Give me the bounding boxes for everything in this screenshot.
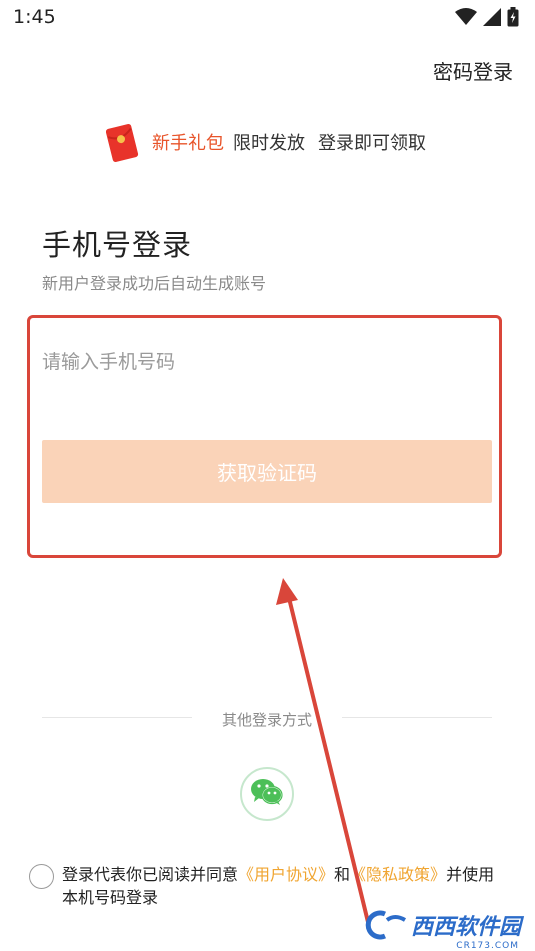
phone-number-input[interactable]: [42, 340, 492, 384]
watermark-sub-text: CR173.COM: [456, 941, 519, 951]
wifi-icon: [455, 8, 477, 26]
page-subtitle: 新用户登录成功后自动生成账号: [42, 274, 267, 293]
new-user-promo-banner[interactable]: 新手礼包 限时发放 登录即可领取: [105, 122, 439, 163]
status-icons: [455, 7, 519, 27]
status-bar: 1:45: [0, 0, 535, 38]
page-title: 手机号登录: [42, 228, 193, 262]
promo-text-claim: 登录即可领取: [318, 133, 426, 154]
wechat-login-button[interactable]: [240, 767, 294, 821]
divider-right: [342, 717, 492, 718]
watermark-text: 西西软件园: [410, 915, 521, 940]
user-agreement-link[interactable]: 《用户协议》: [238, 865, 334, 884]
privacy-policy-link[interactable]: 《隐私政策》: [350, 865, 446, 884]
agreement-text: 登录代表你已阅读并同意《用户协议》和《隐私政策》并使用本机号码登录: [62, 863, 502, 909]
promo-accent-text: 新手礼包: [152, 133, 224, 154]
divider-left: [42, 717, 192, 718]
site-watermark: 西西软件园 CR173.COM: [363, 909, 521, 951]
agreement-checkbox[interactable]: [29, 864, 54, 889]
agreement-and: 和: [334, 865, 351, 884]
wechat-icon: [250, 778, 284, 810]
get-verification-code-button[interactable]: 获取验证码: [42, 440, 492, 503]
promo-text-limited: 限时发放: [233, 133, 305, 154]
watermark-logo-icon: [363, 910, 409, 940]
other-login-label: 其他登录方式: [221, 711, 312, 729]
battery-icon: [507, 7, 519, 27]
status-time: 1:45: [13, 6, 56, 28]
agreement-prefix: 登录代表你已阅读并同意: [62, 865, 239, 884]
red-packet-icon: [105, 122, 140, 163]
signal-icon: [483, 8, 501, 26]
password-login-link[interactable]: 密码登录: [433, 56, 513, 85]
